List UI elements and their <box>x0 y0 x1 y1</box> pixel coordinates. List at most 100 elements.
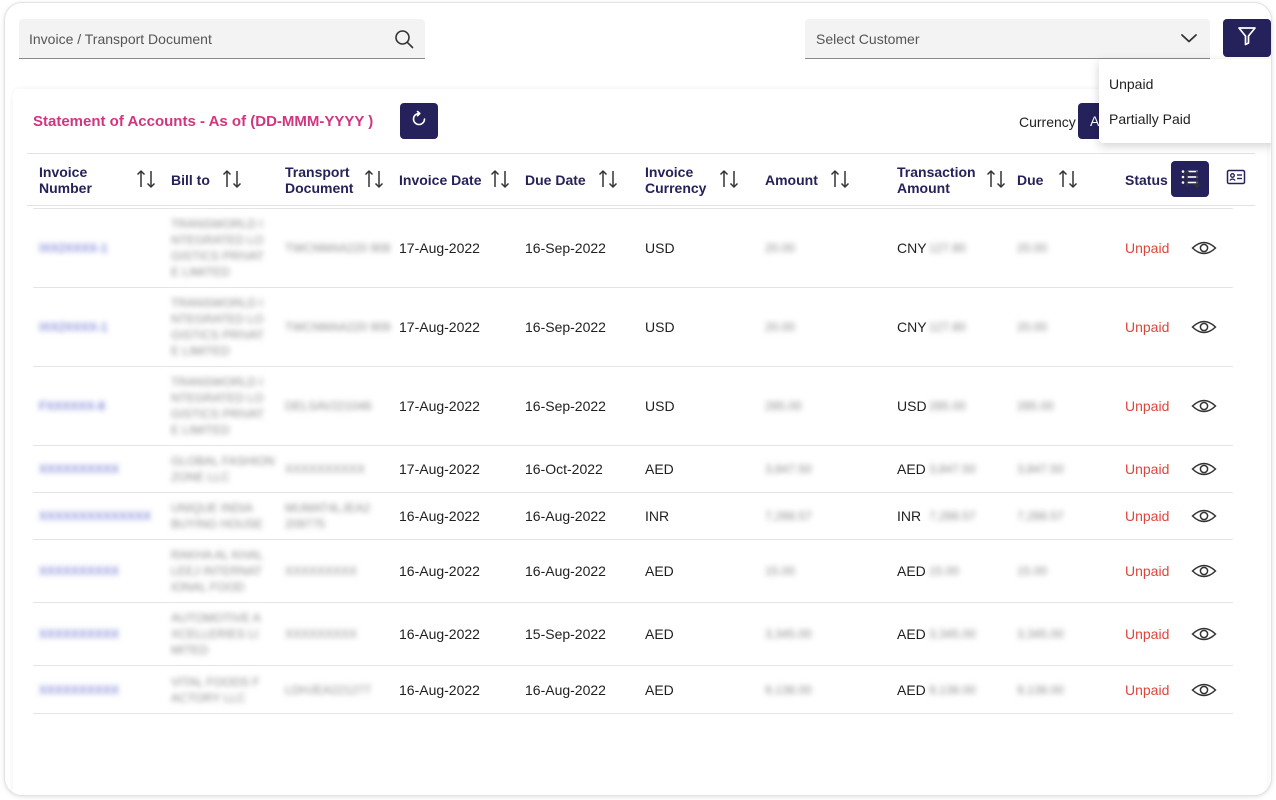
column-header[interactable]: Invoice Number <box>39 151 129 209</box>
invoice-date-cell: 16-Aug-2022 <box>399 508 480 524</box>
invoice-number-link[interactable]: XXXXXXXXXX <box>39 626 119 642</box>
filter-option-partially-paid[interactable]: Partially Paid <box>1099 102 1271 137</box>
filter-option-unpaid[interactable]: Unpaid <box>1099 67 1271 102</box>
due-cell: 285.00 <box>1017 399 1054 413</box>
eye-icon[interactable] <box>1191 493 1217 539</box>
search-field[interactable] <box>19 19 425 59</box>
amount-cell: 285.00 <box>765 399 802 413</box>
sort-icon[interactable] <box>489 167 511 191</box>
invoice-date-cell: 17-Aug-2022 <box>399 240 480 256</box>
transport-document-cell: TWCNMAA220 909 <box>285 320 391 334</box>
invoice-number-link[interactable]: XXXXXXXXXX <box>39 563 119 579</box>
transaction-currency-cell: AED <box>897 563 926 579</box>
transport-document-cell: XXXXXXXXX <box>285 627 358 641</box>
bill-to-cell: TRANSWORLD I NTEGRATED LO GISTICS PRIVAT… <box>171 375 264 437</box>
currency-label: Currency <box>1019 114 1076 130</box>
sort-icon[interactable] <box>135 167 157 191</box>
sort-icon[interactable] <box>829 167 851 191</box>
filter-button[interactable] <box>1223 19 1271 57</box>
table-row: XXXXXXXXXX GLOBAL FASHION ZONE LLC XXXXXXX… <box>33 446 1233 493</box>
customer-select-value: Select Customer <box>816 30 920 47</box>
eye-icon[interactable] <box>1191 367 1217 445</box>
invoice-date-cell: 16-Aug-2022 <box>399 563 480 579</box>
due-date-cell: 16-Sep-2022 <box>525 398 606 414</box>
due-date-cell: 16-Aug-2022 <box>525 508 606 524</box>
column-header[interactable]: Bill to <box>171 151 221 209</box>
amount-cell: 3,345.00 <box>765 627 812 641</box>
status-badge: Unpaid <box>1125 626 1170 642</box>
search-input[interactable] <box>29 30 393 47</box>
invoice-currency-cell: AED <box>645 626 674 642</box>
invoice-number-link[interactable]: FXXXXXX-8 <box>39 398 105 414</box>
invoice-currency-cell: AED <box>645 563 674 579</box>
sort-icon[interactable] <box>363 167 385 191</box>
invoice-number-link[interactable]: IXX2XXXX-1 <box>39 240 108 256</box>
transaction-currency-cell: INR <box>897 508 922 524</box>
page-title: Statement of Accounts - As of (DD-MMM-YY… <box>33 113 374 130</box>
refresh-button[interactable] <box>400 103 438 139</box>
transaction-currency-cell: AED <box>897 681 926 698</box>
invoice-number-link[interactable]: IXX2XXXX-1 <box>39 319 108 335</box>
column-header[interactable]: Transaction Amount <box>897 151 987 209</box>
eye-icon[interactable] <box>1191 288 1217 366</box>
transport-document-cell: LDHJEA221277 <box>285 682 372 697</box>
sort-icon[interactable] <box>597 167 619 191</box>
due-date-cell: 16-Aug-2022 <box>525 681 606 698</box>
due-cell: 3,345.00 <box>1017 627 1064 641</box>
due-cell: 20.00 <box>1017 241 1048 255</box>
invoice-currency-cell: USD <box>645 398 675 414</box>
eye-icon[interactable] <box>1191 446 1217 492</box>
customer-select[interactable]: Select Customer <box>805 19 1210 59</box>
transaction-amount-cell: 7,288.57 <box>929 509 976 523</box>
due-cell: 3,847.50 <box>1017 462 1064 476</box>
bill-to-cell: AUTOMOTIVE A XCELLERIES LI MITED <box>171 611 261 657</box>
status-badge: Unpaid <box>1125 681 1170 698</box>
transaction-amount-cell: 127.80 <box>929 241 966 255</box>
invoice-number-link[interactable]: XXXXXXXXXXXXXX <box>39 508 151 524</box>
eye-icon[interactable] <box>1191 603 1217 665</box>
transaction-amount-cell: 15.00 <box>929 564 960 578</box>
column-header[interactable]: Invoice Date <box>399 151 489 209</box>
invoice-currency-cell: AED <box>645 681 674 698</box>
sort-icon[interactable] <box>1181 167 1203 191</box>
transaction-currency-cell: CNY <box>897 240 927 256</box>
column-header[interactable]: Status <box>1125 151 1175 209</box>
search-icon[interactable] <box>393 28 415 50</box>
transaction-amount-cell: 9,138.00 <box>929 682 976 697</box>
sort-icon[interactable] <box>221 167 243 191</box>
invoice-table: Invoice Number Bill to Transport Document I… <box>33 151 1233 714</box>
table-body: IXX2XXXX-1 TRANSWORLD I NTEGRATED LO GIST… <box>33 209 1233 714</box>
currency-toggle-label: A <box>1090 113 1100 129</box>
status-filter-dropdown: Unpaid Partially Paid <box>1099 59 1271 143</box>
invoice-date-cell: 16-Aug-2022 <box>399 626 480 642</box>
eye-icon[interactable] <box>1191 666 1217 713</box>
invoice-date-cell: 17-Aug-2022 <box>399 319 480 335</box>
transport-document-cell: XXXXXXXXXX <box>285 462 366 476</box>
invoice-currency-cell: USD <box>645 319 675 335</box>
due-cell: 7,288.57 <box>1017 509 1064 523</box>
table-row: FXXXXXX-8 TRANSWORLD I NTEGRATED LO GISTI… <box>33 367 1233 446</box>
transport-document-cell: TWCNMAA220 908 <box>285 241 391 255</box>
amount-cell: 20.00 <box>765 320 796 334</box>
invoice-number-link[interactable]: XXXXXXXXXX <box>39 682 119 698</box>
amount-cell: 15.00 <box>765 564 796 578</box>
refresh-icon <box>409 109 429 134</box>
sort-icon[interactable] <box>1057 167 1079 191</box>
eye-icon[interactable] <box>1191 540 1217 602</box>
amount-cell: 20.00 <box>765 241 796 255</box>
invoice-date-cell: 17-Aug-2022 <box>399 398 480 414</box>
eye-icon[interactable] <box>1191 209 1217 287</box>
due-date-cell: 16-Oct-2022 <box>525 461 603 477</box>
column-header[interactable]: Due Date <box>525 151 605 209</box>
due-cell: 20.00 <box>1017 320 1048 334</box>
invoice-number-link[interactable]: XXXXXXXXXX <box>39 461 119 477</box>
bill-to-cell: RAKHA AL KHAL LEEJ INTERNAT IONAL FOOD <box>171 548 263 594</box>
status-badge: Unpaid <box>1125 508 1170 524</box>
amount-cell: 9,138.00 <box>765 682 812 697</box>
sort-icon[interactable] <box>985 167 1007 191</box>
table-header: Invoice Number Bill to Transport Document I… <box>33 151 1233 209</box>
invoice-currency-cell: USD <box>645 240 675 256</box>
sort-icon[interactable] <box>718 167 740 191</box>
invoice-currency-cell: INR <box>645 508 670 524</box>
column-header[interactable]: Transport Document <box>285 151 369 209</box>
